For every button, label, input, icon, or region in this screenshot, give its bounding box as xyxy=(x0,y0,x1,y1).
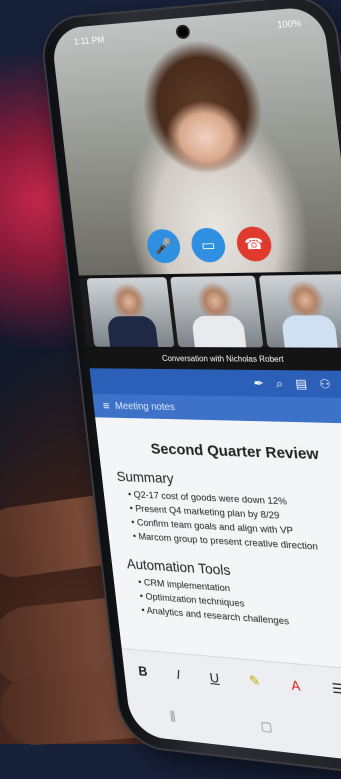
automation-list: CRM implementation Optimization techniqu… xyxy=(128,575,341,637)
front-camera-icon xyxy=(177,26,189,38)
font-color-button[interactable]: A xyxy=(290,677,301,694)
video-button[interactable]: ▭ xyxy=(189,227,228,263)
italic-button[interactable]: I xyxy=(176,666,181,682)
participant-thumbnail[interactable] xyxy=(258,274,341,348)
participant-thumbnails xyxy=(79,274,341,348)
search-icon[interactable]: ⌕ xyxy=(275,376,284,392)
video-icon: ▭ xyxy=(200,236,217,255)
hamburger-menu-icon[interactable]: ≡ xyxy=(102,399,110,413)
highlight-icon[interactable]: ✎ xyxy=(248,672,261,690)
mic-button[interactable]: 🎤 xyxy=(145,228,182,264)
bold-button[interactable]: B xyxy=(137,663,148,679)
document-body[interactable]: Second Quarter Review Summary Q2-17 cost… xyxy=(95,417,341,675)
summary-list: Q2-17 cost of goods were down 12% Presen… xyxy=(118,488,341,558)
doc-title: Second Quarter Review xyxy=(149,440,320,464)
pen-icon[interactable]: ✒ xyxy=(253,376,265,391)
battery-status: 100% xyxy=(276,17,302,31)
hangup-button[interactable]: ☎ xyxy=(234,226,274,262)
home-icon[interactable]: ▢ xyxy=(260,719,273,735)
hangup-icon: ☎ xyxy=(243,235,265,254)
call-controls: 🎤 ▭ ☎ xyxy=(74,224,341,271)
page-title: Meeting notes xyxy=(114,400,176,413)
person-icon[interactable]: ⚇ xyxy=(319,377,332,392)
recent-apps-icon[interactable]: ⫼ xyxy=(169,709,176,725)
mic-icon: 🎤 xyxy=(153,237,174,256)
underline-button[interactable]: U xyxy=(209,669,220,685)
bullets-icon[interactable]: ☰ xyxy=(331,680,341,698)
notebook-icon[interactable]: ▤ xyxy=(294,376,307,391)
participant-thumbnail[interactable] xyxy=(86,277,175,348)
participant-thumbnail[interactable] xyxy=(170,275,264,348)
status-time: 1:11 PM xyxy=(73,34,105,47)
